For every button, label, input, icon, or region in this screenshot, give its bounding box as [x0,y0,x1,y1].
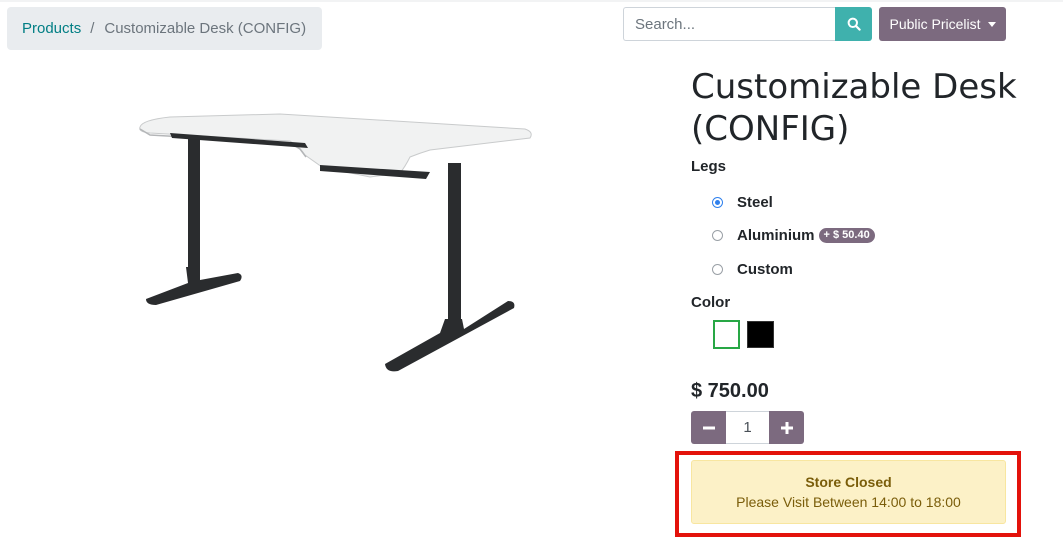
breadcrumb-products-link[interactable]: Products [22,20,81,37]
desk-image-icon [139,113,532,372]
quantity-input[interactable] [726,411,769,444]
chevron-down-icon [987,21,996,27]
legs-option-label: Custom [737,261,793,278]
minus-icon [702,426,715,429]
pricelist-dropdown-button[interactable]: Public Pricelist [879,7,1006,41]
search-icon [847,17,861,31]
plus-icon [780,421,793,434]
quantity-decrease-button[interactable] [691,411,726,444]
quantity-increase-button[interactable] [769,411,804,444]
legs-option-label: Aluminium [737,227,815,244]
product-title: Customizable Desk (CONFIG) [691,67,1017,149]
pricelist-label: Public Pricelist [889,16,981,32]
search-button[interactable] [835,7,872,41]
product-image [130,105,545,380]
product-price: $ 750.00 [691,380,769,402]
legs-option-aluminium[interactable]: Aluminium + $ 50.40 [712,227,875,244]
color-attribute-label: Color [691,294,731,311]
search-input[interactable] [623,7,836,41]
legs-option-custom[interactable]: Custom [712,261,793,278]
radio-checked-icon[interactable] [712,197,723,208]
top-border-line [0,0,1063,2]
radio-unchecked-icon[interactable] [712,230,723,241]
color-swatch-white[interactable] [713,320,740,349]
radio-unchecked-icon[interactable] [712,264,723,275]
color-swatch-black[interactable] [747,321,774,348]
breadcrumb-current: Customizable Desk (CONFIG) [104,20,307,37]
highlight-frame [675,451,1021,537]
legs-option-steel[interactable]: Steel [712,194,773,211]
breadcrumb-separator: / [90,20,95,37]
legs-attribute-label: Legs [691,158,727,175]
breadcrumb: Products / Customizable Desk (CONFIG) [7,7,322,50]
legs-option-label: Steel [737,194,773,211]
price-extra-badge: + $ 50.40 [818,228,875,243]
